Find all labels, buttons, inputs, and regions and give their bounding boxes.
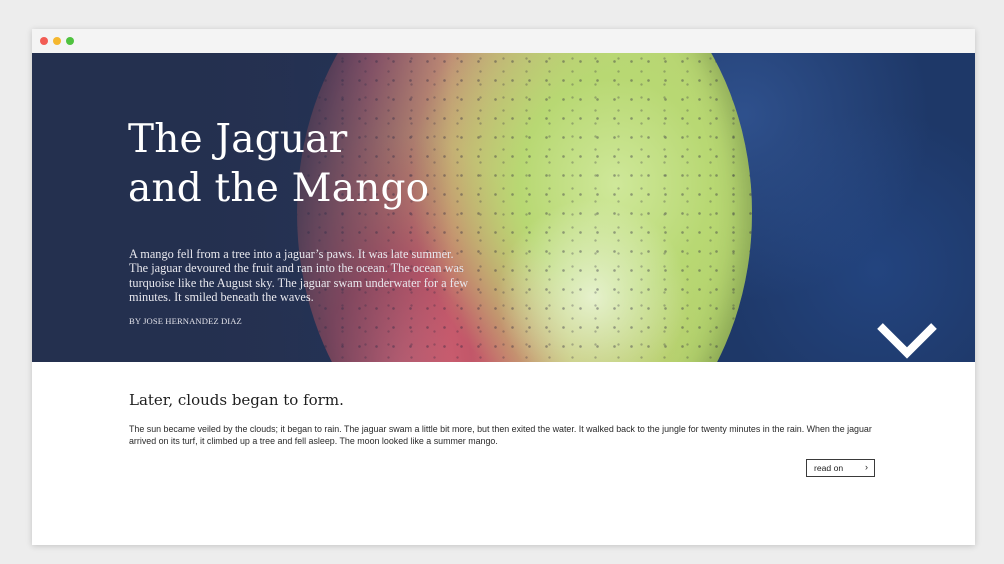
- close-window-button[interactable]: [40, 37, 48, 45]
- author-byline: BY JOSE HERNANDEZ DIAZ: [129, 316, 242, 326]
- read-on-label: read on: [814, 463, 844, 473]
- hero-title: The Jaguar and the Mango: [128, 115, 548, 213]
- hero-title-line-2: and the Mango: [128, 166, 430, 211]
- article-body: The sun became veiled by the clouds; it …: [129, 424, 872, 446]
- minimize-window-button[interactable]: [53, 37, 61, 45]
- hero-description: A mango fell from a tree into a jaguar’s…: [129, 247, 469, 304]
- chevron-down-icon[interactable]: [875, 320, 939, 362]
- browser-window: The Jaguar and the Mango A mango fell fr…: [32, 29, 975, 545]
- window-titlebar: [32, 29, 975, 54]
- chevron-right-icon: ›: [865, 462, 868, 472]
- article-heading: Later, clouds began to form.: [129, 391, 344, 409]
- maximize-window-button[interactable]: [66, 37, 74, 45]
- hero-title-line-1: The Jaguar: [128, 117, 348, 162]
- hero-banner: The Jaguar and the Mango A mango fell fr…: [32, 53, 975, 362]
- read-on-button[interactable]: read on ›: [806, 459, 875, 477]
